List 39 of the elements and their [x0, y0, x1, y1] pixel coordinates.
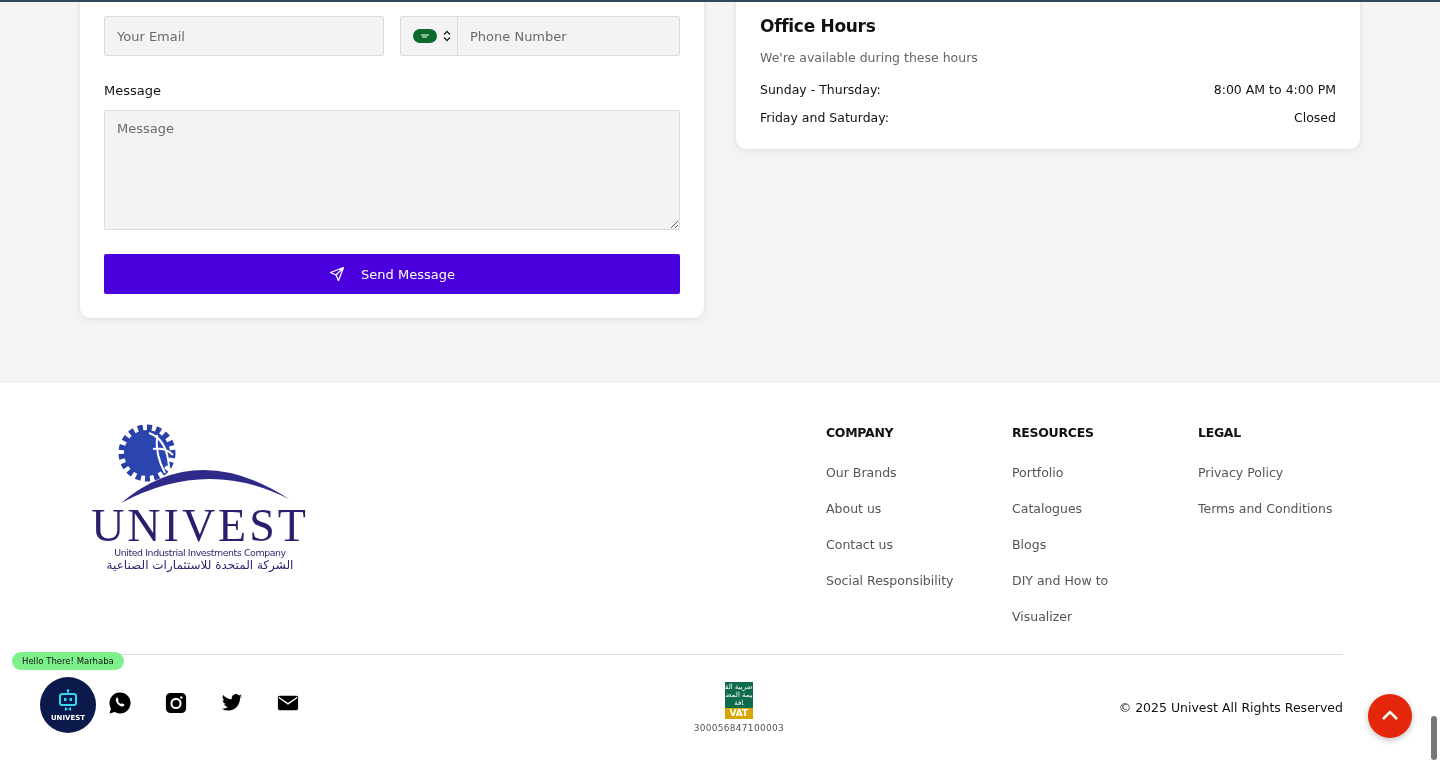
logo-wordmark: UNIVEST: [91, 505, 309, 547]
footer-link[interactable]: Social Responsibility: [826, 562, 1012, 598]
message-field[interactable]: Message: [104, 110, 680, 230]
footer-link[interactable]: Our Brands: [826, 454, 1012, 490]
footer-link[interactable]: Privacy Policy: [1198, 454, 1344, 490]
hours-value: Closed: [1294, 109, 1336, 125]
days-label: Sunday - Thursday:: [760, 81, 881, 97]
logo-tagline: United Industrial Investments Company: [114, 547, 286, 558]
vat-number: 300056847100003: [693, 722, 785, 733]
days-label: Friday and Saturday:: [760, 109, 889, 125]
footer-link[interactable]: Visualizer: [1012, 598, 1198, 634]
phone-number-input[interactable]: Phone Number: [458, 28, 679, 44]
copyright-text: © 2025 Univest All Rights Reserved: [1118, 699, 1343, 715]
instagram-icon[interactable]: [165, 692, 187, 714]
footer-link[interactable]: Catalogues: [1012, 490, 1198, 526]
footer-link[interactable]: About us: [826, 490, 1012, 526]
email-field[interactable]: Your Email: [104, 16, 384, 56]
footer-link[interactable]: Portfolio: [1012, 454, 1198, 490]
footer-link[interactable]: DIY and How to: [1012, 562, 1198, 598]
column-heading: COMPANY: [826, 425, 895, 440]
column-heading: LEGAL: [1198, 425, 1242, 440]
send-icon: [329, 266, 346, 282]
card-title: Office Hours: [760, 16, 877, 36]
footer-link[interactable]: Contact us: [826, 526, 1012, 562]
footer-link[interactable]: Terms and Conditions: [1198, 490, 1344, 526]
scrollbar-thumb[interactable]: [1431, 716, 1437, 760]
column-heading: RESOURCES: [1012, 425, 1095, 440]
send-button[interactable]: Send Message: [104, 254, 680, 294]
logo-arabic-name: الشركة المتحدة للاستثمارات الصناعية: [106, 558, 294, 572]
hours-value: 8:00 AM to 4:00 PM: [1213, 81, 1336, 97]
phone-field[interactable]: Phone Number: [400, 16, 680, 56]
footer-link[interactable]: Blogs: [1012, 526, 1198, 562]
chevron-updown-icon[interactable]: [443, 30, 451, 42]
robot-icon: [56, 688, 80, 713]
chat-greeting-bubble: Hello There! Marhaba: [12, 652, 124, 670]
whatsapp-icon[interactable]: [108, 691, 132, 715]
flag-icon: [413, 29, 437, 43]
message-label: Message: [104, 83, 162, 98]
card-subtitle: We're available during these hours: [760, 50, 979, 65]
